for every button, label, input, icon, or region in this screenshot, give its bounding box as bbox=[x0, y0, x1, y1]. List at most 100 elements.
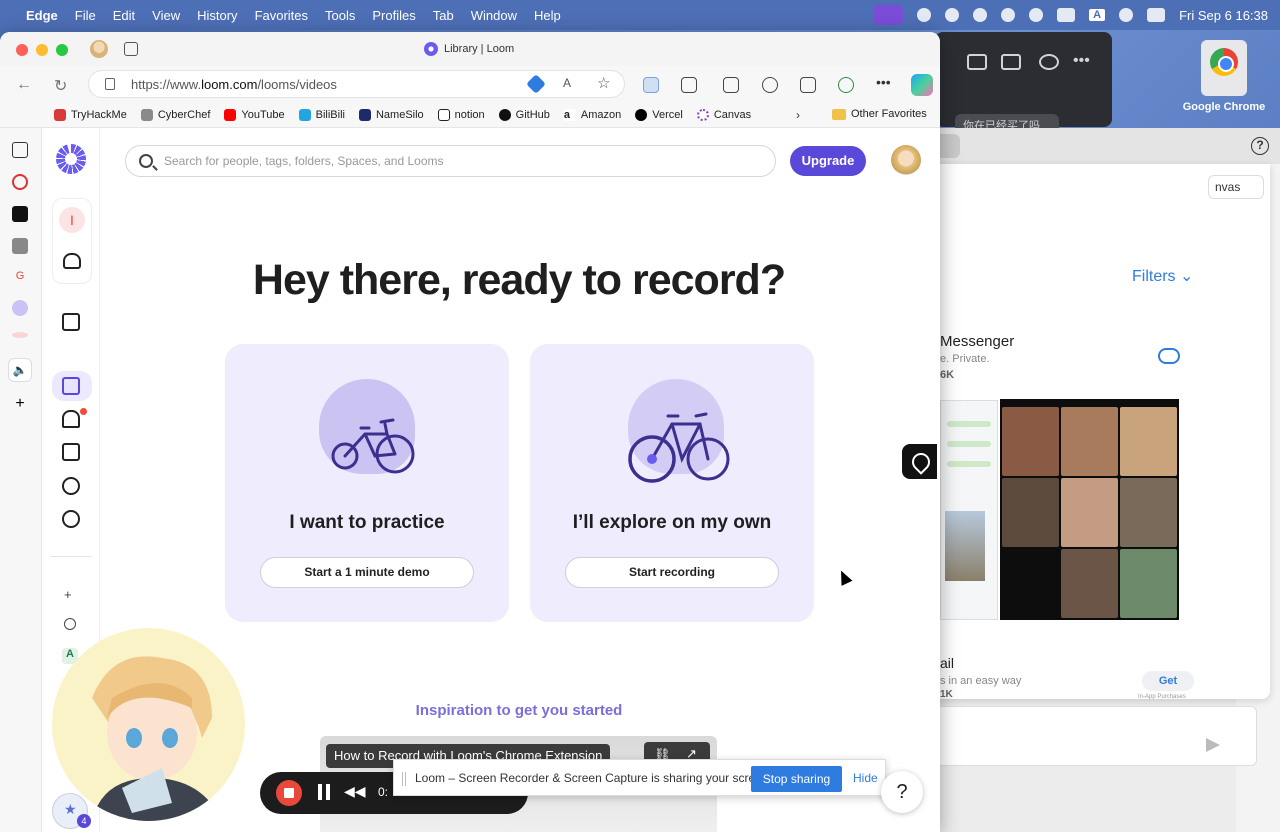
google-icon[interactable]: G bbox=[12, 270, 28, 286]
extensions-icon[interactable] bbox=[681, 77, 697, 93]
lock-icon[interactable] bbox=[105, 78, 115, 90]
screen-icon[interactable] bbox=[967, 54, 987, 70]
battery-icon[interactable] bbox=[1057, 8, 1076, 22]
library-icon[interactable] bbox=[62, 377, 80, 395]
profile-avatar[interactable] bbox=[90, 40, 108, 58]
pause-icon[interactable] bbox=[318, 784, 330, 800]
stop-sharing-button[interactable]: Stop sharing bbox=[751, 766, 842, 792]
menu-history[interactable]: History bbox=[197, 8, 237, 23]
home-icon[interactable] bbox=[62, 313, 80, 331]
x-twitter-icon[interactable] bbox=[12, 238, 28, 254]
minimize-window-button[interactable] bbox=[36, 44, 48, 56]
restart-icon[interactable]: ◀◀ bbox=[344, 783, 366, 800]
favorite-bilibili[interactable]: BiliBili bbox=[298, 108, 345, 121]
tag-icon[interactable] bbox=[526, 74, 546, 94]
user-avatar[interactable] bbox=[891, 145, 921, 175]
settings-gear-icon[interactable] bbox=[62, 510, 80, 528]
zoom-window-button[interactable] bbox=[56, 44, 68, 56]
compose-box[interactable] bbox=[932, 706, 1257, 766]
explore-card[interactable]: I’ll explore on my own Start recording bbox=[530, 344, 814, 622]
menu-tools[interactable]: Tools bbox=[325, 8, 355, 23]
practice-card[interactable]: I want to practice Start a 1 minute demo bbox=[225, 344, 509, 622]
favorite-vercel[interactable]: Vercel bbox=[635, 108, 683, 121]
menu-edit[interactable]: Edit bbox=[113, 8, 135, 23]
screen-share-icon[interactable] bbox=[873, 5, 904, 25]
cloud-download-icon[interactable] bbox=[1158, 348, 1180, 364]
control-center-icon[interactable] bbox=[1147, 8, 1166, 22]
loom-icon[interactable] bbox=[12, 300, 28, 316]
stop-recording-button[interactable] bbox=[276, 780, 302, 806]
favorite-tryhackme[interactable]: TryHackMe bbox=[54, 108, 127, 121]
loom-logo-icon[interactable] bbox=[56, 144, 86, 174]
start-recording-button[interactable]: Start recording bbox=[565, 557, 779, 588]
x-twitter-icon[interactable] bbox=[12, 206, 28, 222]
upgrade-button[interactable]: Upgrade bbox=[790, 146, 866, 176]
add-icon[interactable]: + bbox=[12, 396, 28, 412]
help-button[interactable]: ? bbox=[881, 771, 923, 813]
speaker-icon[interactable]: 🔈 bbox=[8, 358, 32, 382]
cloud-icon[interactable] bbox=[917, 8, 932, 22]
menu-favorites[interactable]: Favorites bbox=[255, 8, 308, 23]
favorite-canvas[interactable]: Canvas bbox=[696, 108, 751, 121]
menu-file[interactable]: File bbox=[75, 8, 96, 23]
people-icon[interactable] bbox=[63, 253, 81, 269]
refresh-icon[interactable]: ↻ bbox=[54, 76, 67, 96]
split-screen-icon[interactable] bbox=[723, 77, 739, 93]
browser-essentials-icon[interactable] bbox=[838, 77, 854, 93]
add-circle-icon[interactable] bbox=[1039, 54, 1059, 70]
wechat-icon[interactable] bbox=[973, 8, 988, 22]
notes-icon[interactable] bbox=[643, 77, 659, 93]
sidebar-toggle-icon[interactable] bbox=[12, 142, 28, 158]
favorite-youtube[interactable]: YouTube bbox=[224, 108, 285, 121]
webcam-bubble[interactable] bbox=[52, 628, 245, 821]
workspace-avatar[interactable]: I bbox=[59, 207, 85, 233]
favorite-amazon[interactable]: a Amazon bbox=[563, 108, 621, 121]
address-bar[interactable]: https://www.loom.com/looms/videos A ☆ bbox=[88, 70, 625, 98]
get-button[interactable]: Get bbox=[1142, 671, 1194, 691]
more-icon[interactable]: ••• bbox=[1073, 52, 1090, 70]
favorite-cyberchef[interactable]: CyberChef bbox=[140, 108, 210, 121]
chrome-desktop-label[interactable]: Google Chrome bbox=[1178, 101, 1270, 113]
globe-icon[interactable] bbox=[1029, 8, 1044, 22]
loom-extension-floating-button[interactable] bbox=[902, 444, 937, 479]
input-source-indicator[interactable]: A bbox=[1089, 9, 1106, 21]
favorite-notion[interactable]: notion bbox=[437, 108, 485, 121]
wifi-icon[interactable] bbox=[1119, 8, 1134, 22]
add-space-icon[interactable]: + bbox=[64, 587, 72, 602]
close-window-button[interactable] bbox=[16, 44, 28, 56]
other-favorites-folder[interactable]: Other Favorites bbox=[832, 108, 927, 120]
google-chrome-desktop-icon[interactable] bbox=[1195, 40, 1251, 96]
app-title[interactable]: ail bbox=[940, 655, 954, 671]
appstore-help-icon[interactable]: ? bbox=[1251, 137, 1269, 155]
menu-view[interactable]: View bbox=[152, 8, 180, 23]
favorite-namesilo[interactable]: NameSilo bbox=[358, 108, 424, 121]
send-icon[interactable] bbox=[1206, 738, 1220, 752]
filters-dropdown[interactable]: Filters ⌄ bbox=[1132, 266, 1193, 286]
canvas-button[interactable]: nvas bbox=[1208, 175, 1264, 199]
menu-app-name[interactable]: Edge bbox=[26, 8, 58, 23]
read-aloud-icon[interactable]: A bbox=[563, 76, 571, 90]
bookmark-icon[interactable] bbox=[62, 443, 80, 461]
hide-button[interactable]: Hide bbox=[853, 771, 878, 785]
app-title[interactable]: Messenger bbox=[940, 333, 1014, 350]
copilot-icon[interactable] bbox=[911, 74, 933, 96]
collections-icon[interactable] bbox=[800, 77, 816, 93]
favorite-star-icon[interactable]: ☆ bbox=[597, 74, 610, 92]
notification-bell-icon[interactable] bbox=[1001, 8, 1016, 22]
app-screenshot[interactable] bbox=[940, 400, 998, 620]
menu-profiles[interactable]: Profiles bbox=[372, 8, 415, 23]
workspace-switcher[interactable]: I bbox=[52, 198, 92, 284]
drag-handle-icon[interactable] bbox=[402, 772, 406, 786]
video-call-screenshot[interactable] bbox=[1000, 399, 1179, 620]
loom-extension-badge[interactable]: ★ 4 bbox=[52, 793, 91, 829]
search-input[interactable]: Search for people, tags, folders, Spaces… bbox=[125, 145, 776, 177]
more-menu-icon[interactable]: ••• bbox=[876, 74, 891, 90]
url-text[interactable]: https://www.loom.com/looms/videos bbox=[131, 77, 337, 92]
back-arrow-icon[interactable]: ← bbox=[16, 76, 32, 94]
tab-icon[interactable] bbox=[12, 332, 28, 338]
menu-window[interactable]: Window bbox=[471, 8, 517, 23]
menu-help[interactable]: Help bbox=[534, 8, 561, 23]
menu-tab[interactable]: Tab bbox=[433, 8, 454, 23]
notifications-bell-icon[interactable] bbox=[62, 410, 80, 428]
start-demo-button[interactable]: Start a 1 minute demo bbox=[260, 557, 474, 588]
